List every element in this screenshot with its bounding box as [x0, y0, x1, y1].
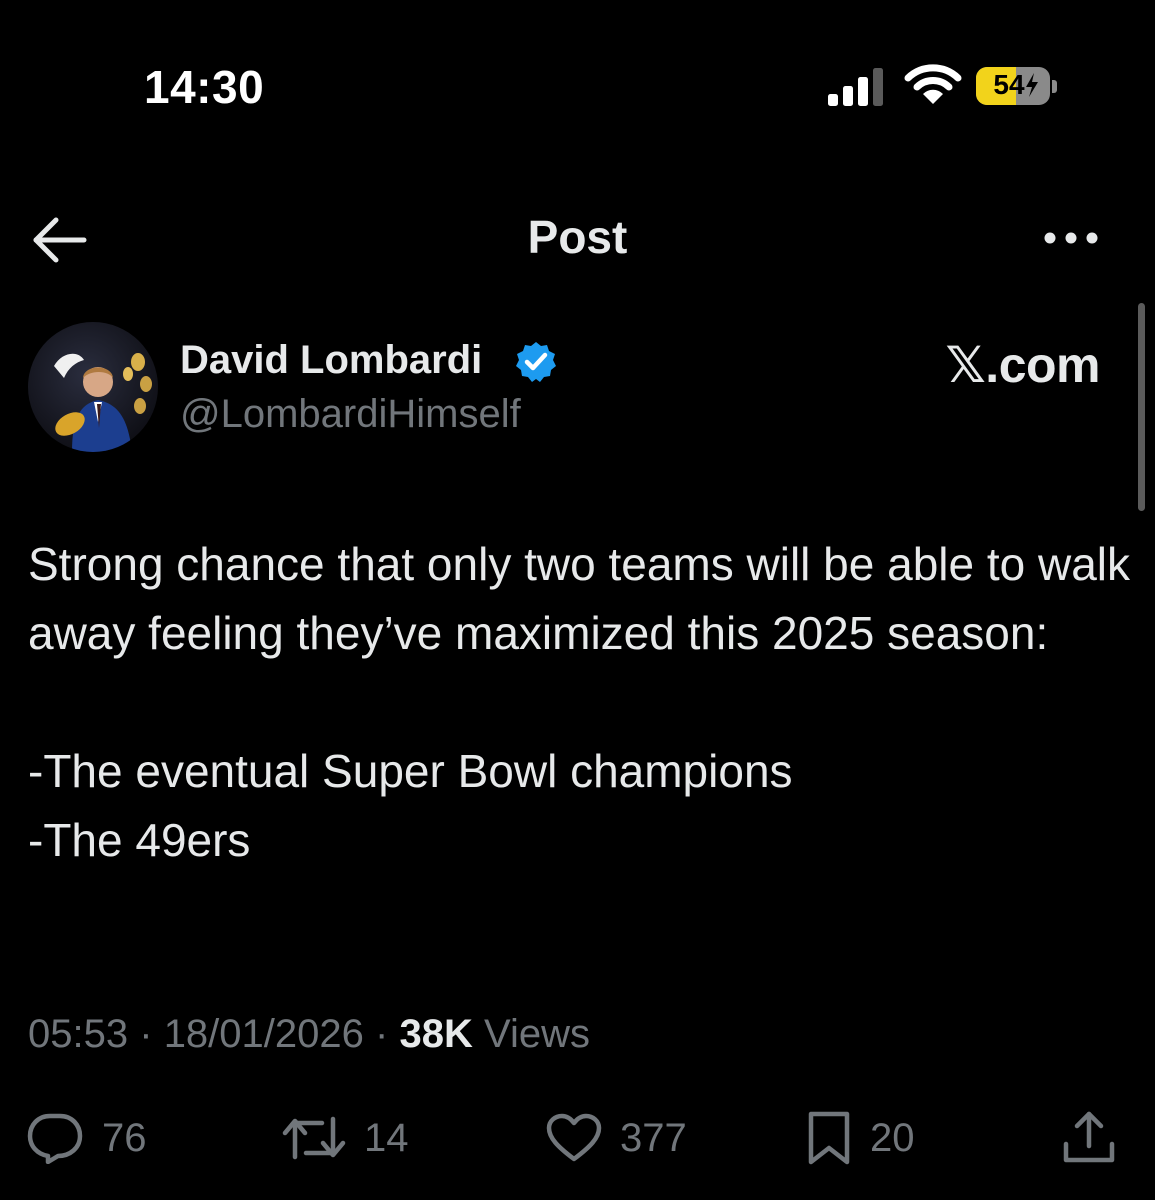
reply-count: 76 — [102, 1115, 147, 1160]
repost-count: 14 — [364, 1115, 409, 1160]
post-line: -The eventual Super Bowl champions — [28, 745, 793, 797]
repost-icon — [282, 1116, 346, 1160]
author-name[interactable]: David Lombardi — [180, 338, 482, 383]
bookmark-icon — [808, 1111, 850, 1165]
more-options-button[interactable] — [1038, 220, 1104, 256]
more-horizontal-icon — [1044, 232, 1098, 244]
bookmark-button[interactable]: 20 — [806, 1108, 915, 1168]
meta-separator: · — [375, 1012, 389, 1056]
heart-icon — [546, 1113, 602, 1162]
page-title: Post — [527, 211, 628, 263]
repost-button[interactable]: 14 — [282, 1108, 409, 1168]
bookmark-count: 20 — [870, 1115, 915, 1160]
reply-button[interactable]: 76 — [26, 1108, 147, 1168]
scrollbar[interactable] — [1138, 303, 1145, 511]
signal-icon — [828, 68, 883, 106]
source-label: 𝕏.com — [945, 337, 1101, 393]
like-button[interactable]: 377 — [546, 1108, 687, 1168]
views-count: 38K — [399, 1012, 473, 1056]
share-button[interactable] — [1060, 1108, 1118, 1168]
post-paragraph: Strong chance that only two teams will b… — [28, 538, 1131, 659]
reply-icon — [27, 1113, 83, 1164]
arrow-left-icon — [33, 217, 87, 263]
verified-badge-icon — [516, 342, 556, 382]
post-text: Strong chance that only two teams will b… — [28, 530, 1138, 875]
status-time: 14:30 — [144, 61, 265, 113]
share-icon — [1063, 1111, 1115, 1163]
post-meta: 05:53 · 18/01/2026 · 38K Views — [28, 1012, 590, 1057]
battery-level: 54 — [993, 69, 1025, 100]
wifi-icon — [904, 64, 962, 104]
post-time[interactable]: 05:53 — [28, 1012, 128, 1056]
like-count: 377 — [620, 1115, 687, 1160]
charging-bolt-icon — [1025, 73, 1038, 97]
meta-separator: · — [139, 1012, 153, 1056]
post-line: -The 49ers — [28, 814, 251, 866]
author-handle[interactable]: @LombardiHimself — [180, 392, 521, 437]
post-date[interactable]: 18/01/2026 — [164, 1012, 364, 1056]
avatar[interactable] — [28, 322, 158, 452]
battery-charging-icon: 54 — [976, 67, 1058, 107]
back-button[interactable] — [28, 210, 92, 270]
views-label: Views — [483, 1012, 590, 1056]
